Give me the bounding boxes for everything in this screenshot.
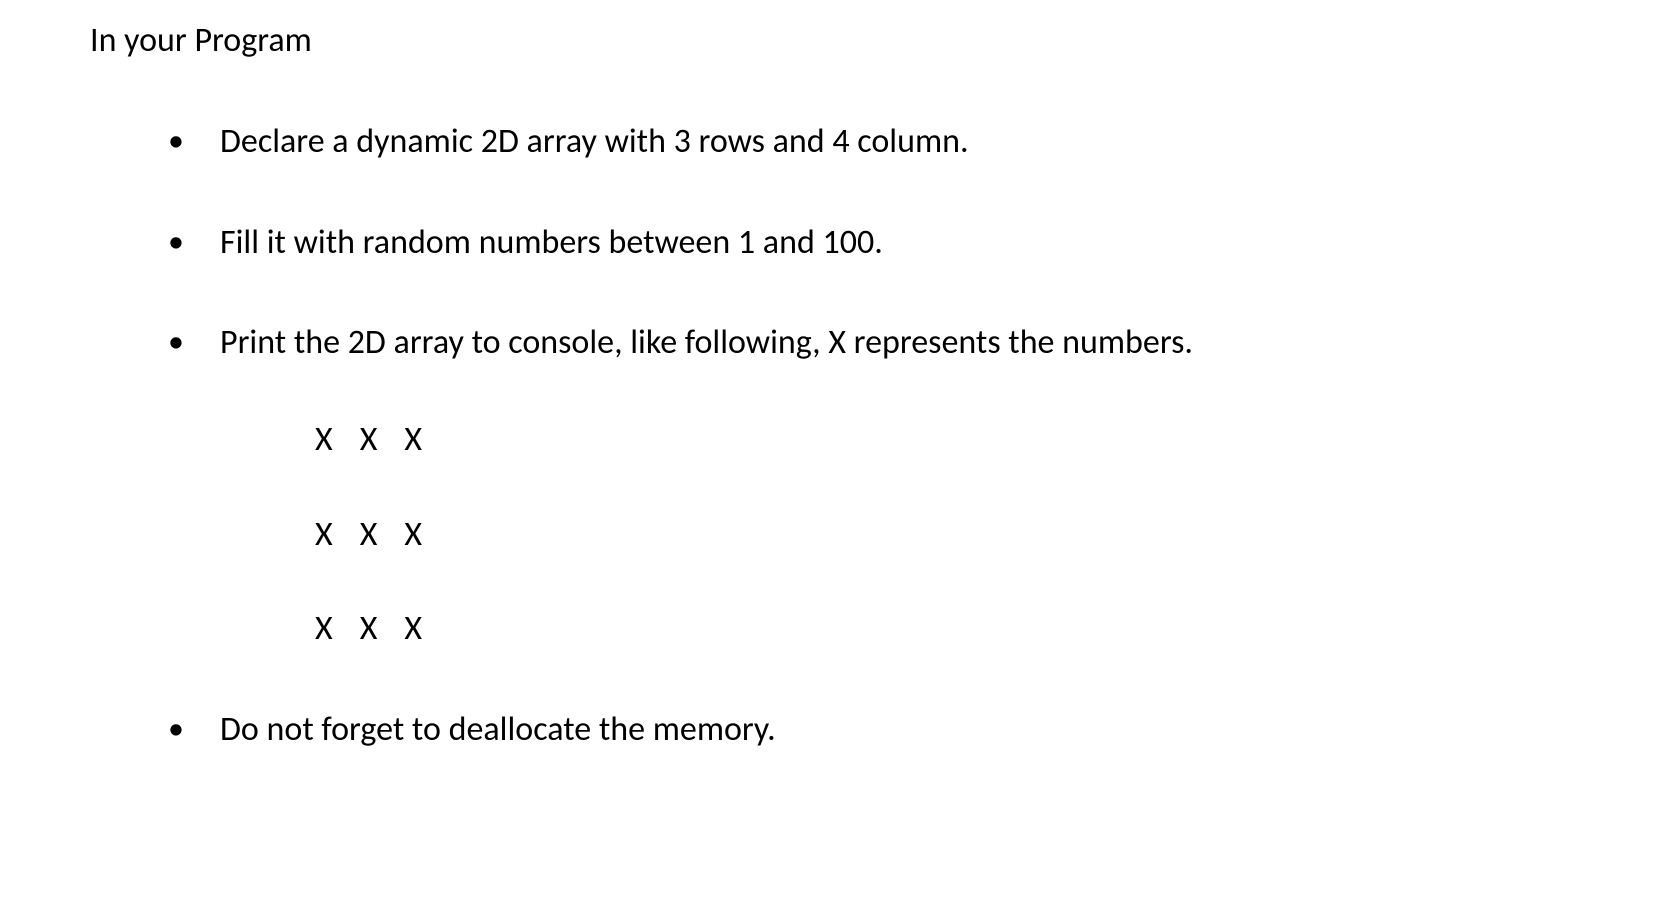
example-cell: X <box>315 509 333 562</box>
bullet-text: Do not forget to deallocate the memory. <box>220 709 776 750</box>
bullet-text: Declare a dynamic 2D array with 3 rows a… <box>220 121 969 162</box>
bullet-item: Declare a dynamic 2D array with 3 rows a… <box>180 116 1590 169</box>
example-row: X X X <box>315 509 1590 562</box>
bullet-item: Print the 2D array to console, like foll… <box>180 317 1590 656</box>
example-row: X X X <box>315 603 1590 656</box>
bullet-text: Print the 2D array to console, like foll… <box>220 322 1193 363</box>
bullet-text: Fill it with random numbers between 1 an… <box>220 222 883 263</box>
example-cell: X <box>404 414 422 467</box>
bullet-item: Fill it with random numbers between 1 an… <box>180 217 1590 270</box>
example-cell: X <box>404 603 422 656</box>
example-cell: X <box>404 509 422 562</box>
example-cell: X <box>360 603 378 656</box>
example-cell: X <box>315 414 333 467</box>
example-cell: X <box>315 603 333 656</box>
example-output: X X X X X X X X X <box>220 414 1590 656</box>
example-cell: X <box>360 509 378 562</box>
example-row: X X X <box>315 414 1590 467</box>
bullet-item: Do not forget to deallocate the memory. <box>180 704 1590 757</box>
bullet-list: Declare a dynamic 2D array with 3 rows a… <box>90 116 1590 757</box>
example-cell: X <box>360 414 378 467</box>
page-heading: In your Program <box>90 20 1590 61</box>
